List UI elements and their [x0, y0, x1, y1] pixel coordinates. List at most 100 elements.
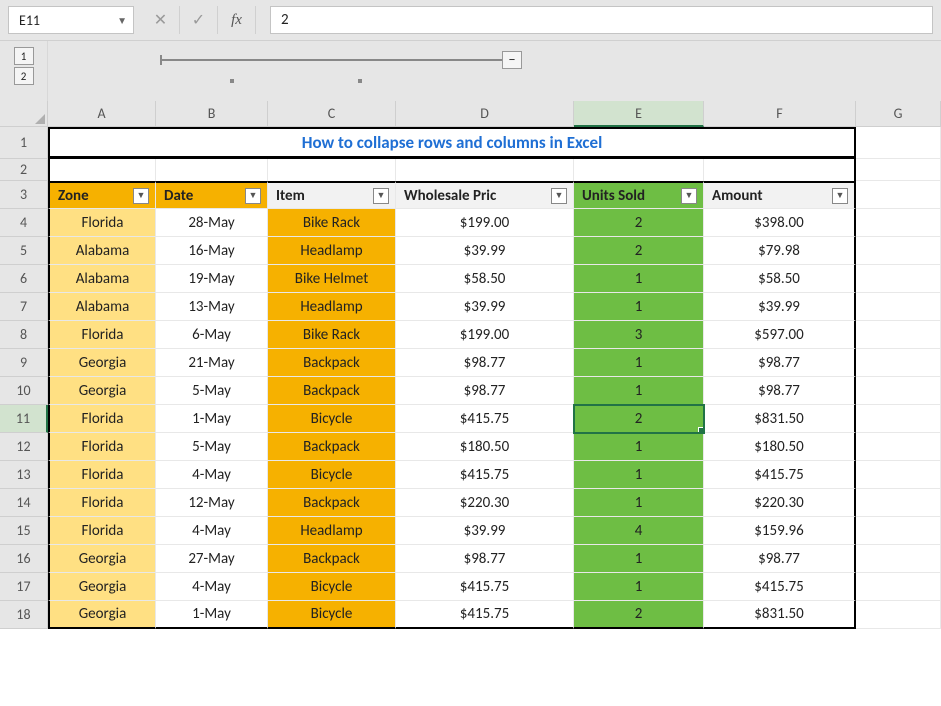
cell-item[interactable]: Backpack — [268, 489, 396, 517]
table-header-zone[interactable]: Zone▼ — [48, 181, 156, 209]
chevron-down-icon[interactable]: ▼ — [117, 14, 127, 27]
cell-item[interactable]: Bike Helmet — [268, 265, 396, 293]
cell-E2[interactable] — [574, 159, 704, 181]
cell-amount[interactable]: $98.77 — [704, 377, 856, 405]
row-header-5[interactable]: 5 — [0, 237, 48, 265]
cancel-button[interactable]: ✕ — [142, 6, 180, 34]
cell-units[interactable]: 2 — [574, 237, 704, 265]
cell-item[interactable]: Bicycle — [268, 405, 396, 433]
cell-amount[interactable]: $98.77 — [704, 349, 856, 377]
page-title[interactable]: How to collapse rows and columns in Exce… — [48, 127, 856, 159]
cell-units[interactable]: 1 — [574, 489, 704, 517]
cell-units[interactable]: 1 — [574, 265, 704, 293]
cell-G15[interactable] — [856, 517, 941, 545]
collapse-group-button[interactable]: − — [502, 51, 522, 69]
table-header-date[interactable]: Date▼ — [156, 181, 268, 209]
filter-icon[interactable]: ▼ — [832, 188, 848, 204]
cell-G12[interactable] — [856, 433, 941, 461]
cell-G2[interactable] — [856, 159, 941, 181]
cell-item[interactable]: Bicycle — [268, 601, 396, 629]
cell-date[interactable]: 4-May — [156, 461, 268, 489]
cell-G18[interactable] — [856, 601, 941, 629]
cell-date[interactable]: 6-May — [156, 321, 268, 349]
cell-units[interactable]: 3 — [574, 321, 704, 349]
cell-G16[interactable] — [856, 545, 941, 573]
cell-item[interactable]: Backpack — [268, 433, 396, 461]
cell-date[interactable]: 13-May — [156, 293, 268, 321]
cell-price[interactable]: $58.50 — [396, 265, 574, 293]
cell-price[interactable]: $220.30 — [396, 489, 574, 517]
row-header-11[interactable]: 11 — [0, 405, 48, 433]
cell-zone[interactable]: Florida — [48, 405, 156, 433]
cell-zone[interactable]: Florida — [48, 461, 156, 489]
cell-zone[interactable]: Georgia — [48, 545, 156, 573]
cell-units[interactable]: 1 — [574, 377, 704, 405]
column-header-D[interactable]: D — [396, 101, 574, 127]
cell-D2[interactable] — [396, 159, 574, 181]
cell-item[interactable]: Bike Rack — [268, 321, 396, 349]
cell-price[interactable]: $98.77 — [396, 349, 574, 377]
cell-amount[interactable]: $415.75 — [704, 461, 856, 489]
cell-amount[interactable]: $831.50 — [704, 405, 856, 433]
cell-item[interactable]: Headlamp — [268, 237, 396, 265]
cell-price[interactable]: $415.75 — [396, 461, 574, 489]
row-header-16[interactable]: 16 — [0, 545, 48, 573]
cell-price[interactable]: $39.99 — [396, 517, 574, 545]
cell-item[interactable]: Bicycle — [268, 461, 396, 489]
row-header-18[interactable]: 18 — [0, 601, 48, 629]
cell-G4[interactable] — [856, 209, 941, 237]
cell-units[interactable]: 1 — [574, 349, 704, 377]
cell-item[interactable]: Bicycle — [268, 573, 396, 601]
enter-button[interactable]: ✓ — [180, 6, 218, 34]
cell-G9[interactable] — [856, 349, 941, 377]
formula-input[interactable]: 2 — [270, 6, 933, 34]
cell-date[interactable]: 4-May — [156, 573, 268, 601]
cell-zone[interactable]: Florida — [48, 489, 156, 517]
cell-G13[interactable] — [856, 461, 941, 489]
cell-price[interactable]: $199.00 — [396, 321, 574, 349]
column-header-B[interactable]: B — [156, 101, 268, 127]
row-header-9[interactable]: 9 — [0, 349, 48, 377]
cell-price[interactable]: $180.50 — [396, 433, 574, 461]
row-header-6[interactable]: 6 — [0, 265, 48, 293]
cell-amount[interactable]: $180.50 — [704, 433, 856, 461]
row-header-8[interactable]: 8 — [0, 321, 48, 349]
cell-date[interactable]: 28-May — [156, 209, 268, 237]
cell-item[interactable]: Headlamp — [268, 293, 396, 321]
cell-G10[interactable] — [856, 377, 941, 405]
cell-price[interactable]: $415.75 — [396, 573, 574, 601]
cell-A2[interactable] — [48, 159, 156, 181]
cell-units[interactable]: 1 — [574, 545, 704, 573]
table-header-amount[interactable]: Amount▼ — [704, 181, 856, 209]
cell-zone[interactable]: Georgia — [48, 349, 156, 377]
cell-zone[interactable]: Florida — [48, 209, 156, 237]
cell-price[interactable]: $199.00 — [396, 209, 574, 237]
cell-price[interactable]: $98.77 — [396, 545, 574, 573]
cell-amount[interactable]: $58.50 — [704, 265, 856, 293]
cell-amount[interactable]: $415.75 — [704, 573, 856, 601]
cell-C2[interactable] — [268, 159, 396, 181]
cell-date[interactable]: 1-May — [156, 601, 268, 629]
cell-zone[interactable]: Georgia — [48, 377, 156, 405]
filter-icon[interactable]: ▼ — [245, 188, 261, 204]
cell-units[interactable]: 2 — [574, 405, 704, 433]
cell-F2[interactable] — [704, 159, 856, 181]
cell-date[interactable]: 5-May — [156, 433, 268, 461]
filter-icon[interactable]: ▼ — [681, 188, 697, 204]
row-header-1[interactable]: 1 — [0, 127, 48, 159]
cell-amount[interactable]: $98.77 — [704, 545, 856, 573]
column-header-E[interactable]: E — [574, 101, 704, 127]
cell-zone[interactable]: Alabama — [48, 237, 156, 265]
column-header-F[interactable]: F — [704, 101, 856, 127]
cell-item[interactable]: Backpack — [268, 349, 396, 377]
cell-units[interactable]: 1 — [574, 433, 704, 461]
cell-amount[interactable]: $597.00 — [704, 321, 856, 349]
cell-G5[interactable] — [856, 237, 941, 265]
cell-amount[interactable]: $831.50 — [704, 601, 856, 629]
cell-G8[interactable] — [856, 321, 941, 349]
cell-amount[interactable]: $220.30 — [704, 489, 856, 517]
column-header-C[interactable]: C — [268, 101, 396, 127]
cell-zone[interactable]: Georgia — [48, 601, 156, 629]
cell-G3[interactable] — [856, 181, 941, 209]
cell-date[interactable]: 16-May — [156, 237, 268, 265]
